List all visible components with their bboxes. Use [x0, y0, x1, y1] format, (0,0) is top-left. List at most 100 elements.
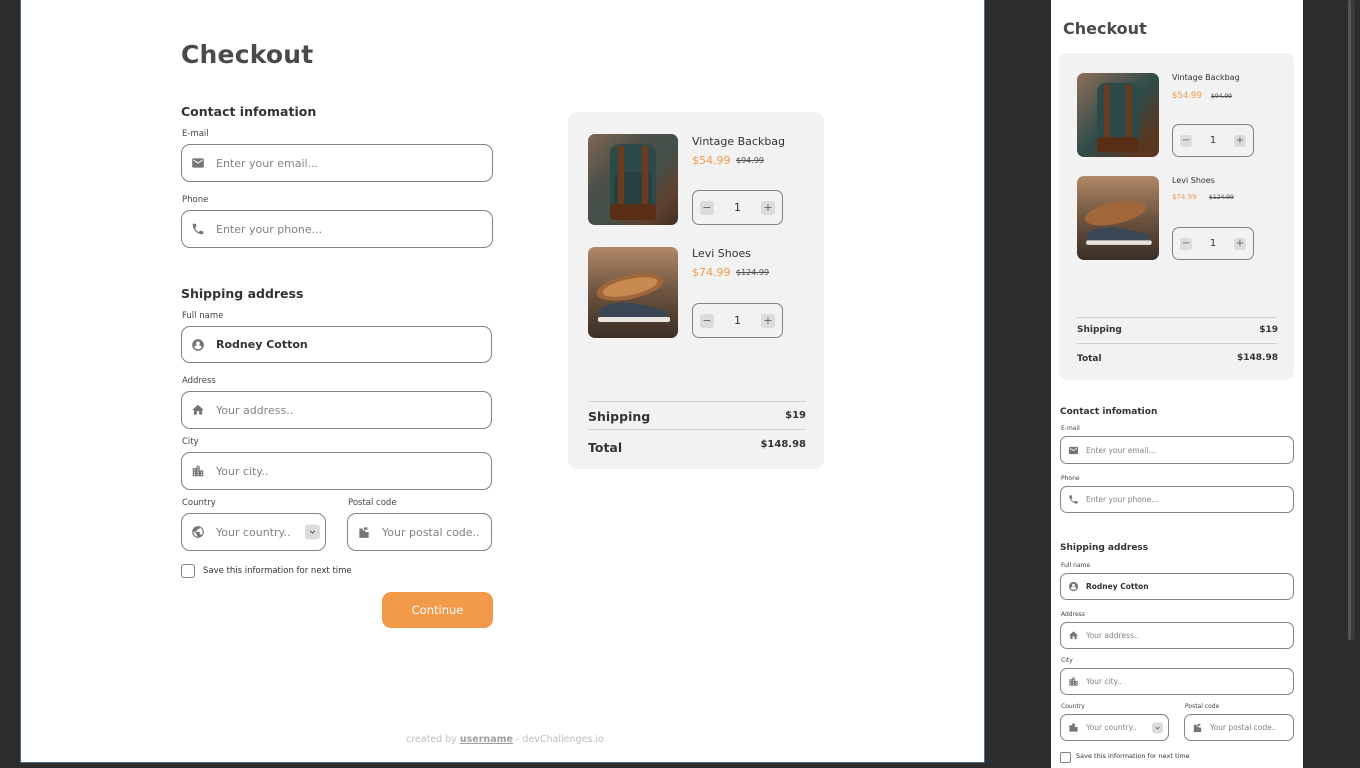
item-name: Levi Shoes [1172, 176, 1215, 185]
mobile-fullname-field[interactable]: Rodney Cotton [1060, 573, 1294, 600]
plus-button[interactable]: + [761, 200, 775, 215]
desktop-checkout-window: Checkout Contact infomation E-mail Enter… [20, 0, 985, 763]
postal-label: Postal code [348, 498, 397, 508]
phone-placeholder: Enter your phone... [216, 222, 323, 236]
contact-heading: Contact infomation [181, 104, 317, 119]
scrollbar-thumb[interactable] [1348, 0, 1351, 640]
minus-button[interactable]: − [700, 200, 714, 215]
shipping-value: $19 [785, 410, 806, 421]
mobile-contact-heading: Contact infomation [1060, 407, 1158, 417]
quantity-value: 1 [734, 314, 741, 327]
phone-label: Phone [182, 195, 209, 205]
plus-button[interactable]: + [761, 313, 775, 328]
minus-button[interactable]: − [700, 313, 714, 328]
save-info-label: Save this information for next time [203, 566, 352, 576]
city-icon [1068, 676, 1079, 687]
item-price: $54.99 [1172, 91, 1202, 101]
mobile-page-title: Checkout [1063, 19, 1147, 38]
phone-label: Phone [1061, 475, 1080, 482]
mobile-phone-field[interactable]: Enter your phone... [1060, 486, 1294, 513]
quantity-stepper: − 1 + [692, 303, 783, 338]
minus-button[interactable]: − [1180, 237, 1192, 250]
shipping-label: Shipping [1077, 325, 1122, 335]
city-label: City [1061, 657, 1073, 664]
address-label: Address [182, 376, 216, 386]
footer-suffix: - devChallenges.io [515, 734, 604, 745]
divider [1077, 317, 1277, 318]
shipping-heading: Shipping address [181, 286, 304, 301]
country-placeholder: Your country.. [216, 525, 291, 539]
mobile-email-field[interactable]: Enter your email... [1060, 436, 1294, 464]
item-price: $74.99 [1172, 193, 1197, 201]
country-label: Country [1061, 703, 1085, 710]
mobile-city-field[interactable]: Your city.. [1060, 668, 1294, 695]
quantity-stepper: − 1 + [1172, 227, 1254, 260]
divider [588, 429, 806, 430]
address-label: Address [1061, 611, 1085, 618]
save-info-checkbox[interactable] [181, 564, 195, 578]
footer-username-link[interactable]: username [460, 734, 513, 745]
mailbox-icon [357, 525, 371, 539]
phone-icon [191, 222, 205, 236]
email-label: E-mail [1061, 425, 1080, 432]
mobile-shipping-heading: Shipping address [1060, 543, 1149, 553]
account-circle-icon [191, 338, 205, 352]
minus-button[interactable]: − [1180, 134, 1192, 147]
address-placeholder: Your address.. [216, 403, 294, 417]
item-price: $54.99 [692, 154, 731, 167]
footer-credit: created by username - devChallenges.io [406, 734, 604, 745]
save-info-label: Save this information for next time [1076, 752, 1190, 760]
quantity-value: 1 [1209, 238, 1217, 249]
item-price: $74.99 [692, 266, 731, 279]
total-value: $148.98 [760, 439, 806, 450]
chevron-down-icon[interactable] [305, 524, 320, 540]
item-old-price: $94.99 [736, 156, 764, 165]
mobile-address-field[interactable]: Your address.. [1060, 622, 1294, 649]
item-name: Levi Shoes [692, 247, 751, 260]
country-label: Country [182, 498, 216, 508]
home-icon [1068, 630, 1079, 641]
mailbox-icon [1192, 722, 1203, 733]
city-placeholder: Your city.. [216, 464, 269, 478]
city-label: City [182, 437, 199, 447]
plus-button[interactable]: + [1234, 134, 1246, 147]
account-circle-icon [1068, 581, 1079, 592]
fullname-field[interactable]: Rodney Cotton [181, 326, 492, 363]
product-image-backpack [588, 134, 678, 225]
product-image-shoes [588, 247, 678, 338]
item-old-price: $94.99 [1211, 93, 1232, 100]
mobile-save-info-checkbox[interactable] [1060, 752, 1071, 763]
home-icon [191, 403, 205, 417]
product-image-shoes [1077, 176, 1159, 260]
divider [588, 401, 806, 402]
page-title: Checkout [181, 40, 314, 69]
total-label: Total [1077, 354, 1102, 364]
phone-icon [1068, 494, 1079, 505]
email-label: E-mail [182, 129, 209, 139]
country-select[interactable]: Your country.. [181, 513, 326, 551]
chevron-down-icon[interactable] [1152, 722, 1163, 733]
fullname-value: Rodney Cotton [1086, 582, 1149, 591]
divider [1077, 343, 1277, 344]
email-placeholder: Enter your email... [1086, 445, 1156, 455]
email-placeholder: Enter your email... [216, 156, 319, 170]
total-label: Total [588, 440, 623, 455]
mobile-checkout-preview: Checkout Vintage Backbag $54.99 $94.99 −… [1051, 0, 1303, 768]
continue-button[interactable]: Continue [382, 592, 493, 628]
address-placeholder: Your address.. [1086, 631, 1139, 640]
quantity-value: 1 [1209, 135, 1217, 146]
product-image-backpack [1077, 73, 1159, 157]
phone-field[interactable]: Enter your phone... [181, 210, 493, 248]
mobile-country-select[interactable]: Your country.. [1060, 714, 1169, 741]
shipping-value: $19 [1259, 325, 1278, 335]
email-field[interactable]: Enter your email... [181, 144, 493, 182]
postal-field[interactable]: Your postal code.. [347, 513, 492, 551]
country-placeholder: Your country.. [1086, 723, 1137, 732]
postal-placeholder: Your postal code.. [382, 525, 480, 539]
cart-summary: Vintage Backbag $54.99 $94.99 − 1 + Levi… [568, 112, 824, 469]
city-icon [191, 464, 205, 478]
address-field[interactable]: Your address.. [181, 391, 492, 429]
city-field[interactable]: Your city.. [181, 452, 492, 490]
mobile-postal-field[interactable]: Your postal code.. [1184, 714, 1294, 741]
plus-button[interactable]: + [1234, 237, 1246, 250]
